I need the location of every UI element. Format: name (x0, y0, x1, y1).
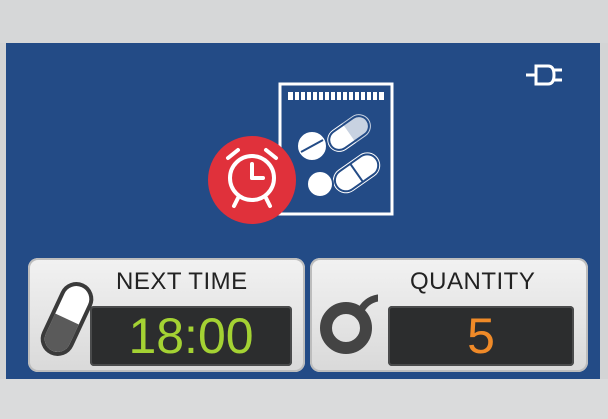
pill-pack-icon (278, 82, 394, 216)
medication-reminder-graphic (208, 82, 394, 224)
quantity-label: QUANTITY (410, 268, 536, 295)
quantity-card[interactable]: QUANTITY 5 (310, 258, 588, 372)
next-time-display: 18:00 (90, 306, 292, 366)
dial-icon (320, 294, 378, 354)
bottom-bar (0, 379, 608, 419)
top-bar (0, 0, 608, 43)
next-time-label: NEXT TIME (116, 268, 248, 295)
quantity-display: 5 (388, 306, 574, 366)
capsule-icon (40, 282, 94, 356)
device-screen: NEXT TIME 18:00 QUANTITY 5 (0, 0, 608, 419)
alarm-clock-icon (208, 136, 296, 224)
next-time-card[interactable]: NEXT TIME 18:00 (28, 258, 305, 372)
plug-icon (526, 64, 562, 86)
